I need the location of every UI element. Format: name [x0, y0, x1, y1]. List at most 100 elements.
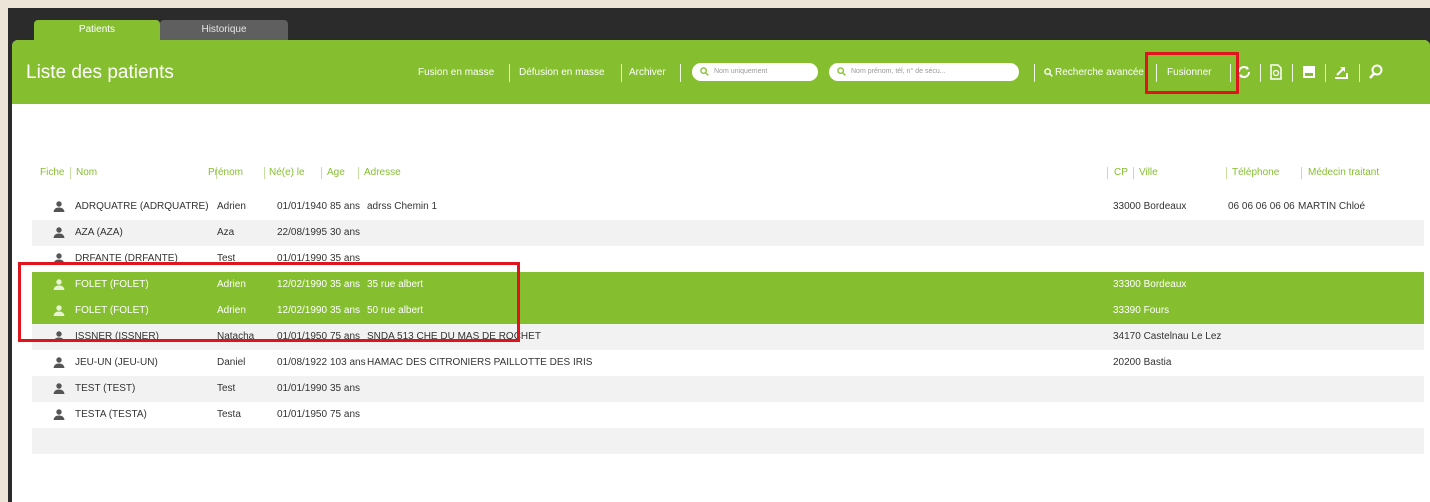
person-icon[interactable] — [53, 331, 65, 342]
advanced-search-icon — [1044, 68, 1053, 77]
person-icon[interactable] — [53, 305, 65, 316]
print-icon[interactable] — [1301, 64, 1317, 80]
divider — [621, 64, 622, 82]
person-icon[interactable] — [53, 357, 65, 368]
table-row[interactable]: FOLET (FOLET) Adrien 12/02/1990 35 ans 5… — [32, 298, 1424, 324]
person-icon[interactable] — [53, 383, 65, 394]
divider — [1301, 167, 1302, 179]
divider — [1359, 64, 1360, 82]
table-row[interactable]: DRFANTE (DRFANTE) Test 01/01/1990 35 ans — [32, 246, 1424, 272]
cell-prenom: Adrien — [217, 201, 246, 212]
cell-prenom: Adrien — [217, 279, 246, 290]
table-row[interactable]: ADRQUATRE (ADRQUATRE) Adrien 01/01/1940 … — [32, 194, 1424, 220]
cell-age: 85 ans — [330, 201, 361, 212]
search-icon — [837, 67, 846, 76]
tab-historique[interactable]: Historique — [160, 20, 288, 40]
cell-cp-ville: 33300 Bordeaux — [1113, 279, 1187, 290]
toolbar: Fusion en masse Défusion en masse Archiv… — [12, 40, 1430, 104]
col-adresse[interactable]: Adresse — [364, 167, 401, 178]
cell-ne-le: 01/01/1950 — [277, 409, 328, 420]
cell-ne-le: 01/08/1922 — [277, 357, 328, 368]
mass-merge-button[interactable]: Fusion en masse — [418, 67, 494, 78]
cell-ne-le: 12/02/1990 — [277, 305, 328, 316]
tab-bar: Patients Historique — [34, 20, 288, 40]
cell-nom: TEST (TEST) — [75, 383, 136, 394]
divider — [1156, 64, 1157, 82]
tab-patients[interactable]: Patients — [34, 20, 160, 40]
person-icon[interactable] — [53, 253, 65, 264]
cell-telephone: 06 06 06 06 06 — [1228, 201, 1295, 212]
divider — [1292, 64, 1293, 82]
cell-ne-le: 01/01/1950 — [277, 331, 328, 342]
cell-cp-ville: 33390 Fours — [1113, 305, 1170, 316]
person-icon[interactable] — [53, 201, 65, 212]
divider — [70, 167, 71, 179]
cell-age: 35 ans — [330, 383, 361, 394]
col-ville[interactable]: Ville — [1139, 167, 1158, 178]
cell-prenom: Daniel — [217, 357, 246, 368]
advanced-search-button[interactable]: Recherche avancée — [1055, 67, 1144, 78]
col-nom[interactable]: Nom — [76, 167, 97, 178]
col-age[interactable]: Age — [327, 167, 345, 178]
table-row[interactable]: JEU-UN (JEU-UN) Daniel 01/08/1922 103 an… — [32, 350, 1424, 376]
cell-ne-le: 12/02/1990 — [277, 279, 328, 290]
divider — [509, 64, 510, 82]
col-medecin[interactable]: Médecin traitant — [1308, 167, 1379, 178]
cell-ne-le: 01/01/1990 — [277, 253, 328, 264]
mass-unmerge-button[interactable]: Défusion en masse — [519, 67, 605, 78]
person-icon[interactable] — [53, 279, 65, 290]
main-panel: Liste des patients Fusion en masse Défus… — [12, 40, 1430, 502]
cell-cp-ville: 33000 Bordeaux — [1113, 201, 1187, 212]
col-ne-le[interactable]: Né(e) le — [269, 167, 305, 178]
cell-age: 75 ans — [330, 331, 361, 342]
empty-row — [32, 428, 1424, 454]
person-icon[interactable] — [53, 409, 65, 420]
cell-adresse: adrss Chemin 1 — [367, 201, 438, 212]
search-full-input[interactable]: Nom prénom, tél, n° de sécu... — [829, 63, 1019, 81]
cell-adresse: 35 rue albert — [367, 279, 424, 290]
cell-prenom: Adrien — [217, 305, 246, 316]
cell-ne-le: 22/08/1995 — [277, 227, 328, 238]
cell-prenom: Test — [217, 253, 236, 264]
divider — [358, 167, 359, 179]
cell-age: 103 ans — [330, 357, 366, 368]
divider — [1226, 167, 1227, 179]
col-fiche: Fiche — [40, 167, 65, 178]
cell-prenom: Aza — [217, 227, 235, 238]
search-settings-icon[interactable] — [1368, 64, 1384, 80]
divider — [264, 167, 265, 179]
cell-nom: ISSNER (ISSNER) — [75, 331, 159, 342]
col-telephone[interactable]: Téléphone — [1232, 167, 1279, 178]
cell-prenom: Natacha — [217, 331, 255, 342]
divider — [1133, 167, 1134, 179]
divider — [1107, 167, 1108, 179]
cell-cp-ville: 20200 Bastia — [1113, 357, 1172, 368]
divider — [680, 64, 681, 82]
cell-nom: AZA (AZA) — [75, 227, 123, 238]
sync-icon[interactable] — [1236, 64, 1252, 80]
table-row[interactable]: FOLET (FOLET) Adrien 12/02/1990 35 ans 3… — [32, 272, 1424, 298]
merge-button[interactable]: Fusionner — [1167, 67, 1211, 78]
table-row[interactable]: AZA (AZA) Aza 22/08/1995 30 ans — [32, 220, 1424, 246]
cell-cp-ville: 34170 Castelnau Le Lez — [1113, 331, 1222, 342]
cell-nom: FOLET (FOLET) — [75, 305, 149, 316]
document-icon[interactable] — [1268, 64, 1284, 80]
cell-prenom: Testa — [217, 409, 241, 420]
divider — [1034, 64, 1035, 82]
col-prenom[interactable]: Prénom — [208, 167, 243, 178]
table-row[interactable]: TEST (TEST) Test 01/01/1990 35 ans — [32, 376, 1424, 402]
table-row[interactable]: ISSNER (ISSNER) Natacha 01/01/1950 75 an… — [32, 324, 1424, 350]
cell-medecin: MARTIN Chloé — [1298, 201, 1366, 212]
cell-ne-le: 01/01/1990 — [277, 383, 328, 394]
col-cp[interactable]: CP — [1114, 167, 1128, 178]
table-row[interactable]: TESTA (TESTA) Testa 01/01/1950 75 ans — [32, 402, 1424, 428]
search-name-input[interactable]: Nom uniquement — [692, 63, 818, 81]
divider — [1230, 64, 1231, 82]
cell-age: 35 ans — [330, 279, 361, 290]
cell-age: 30 ans — [330, 227, 361, 238]
export-icon[interactable] — [1333, 64, 1349, 80]
cell-adresse: 50 rue albert — [367, 305, 424, 316]
divider — [1260, 64, 1261, 82]
person-icon[interactable] — [53, 227, 65, 238]
archive-button[interactable]: Archiver — [629, 67, 666, 78]
